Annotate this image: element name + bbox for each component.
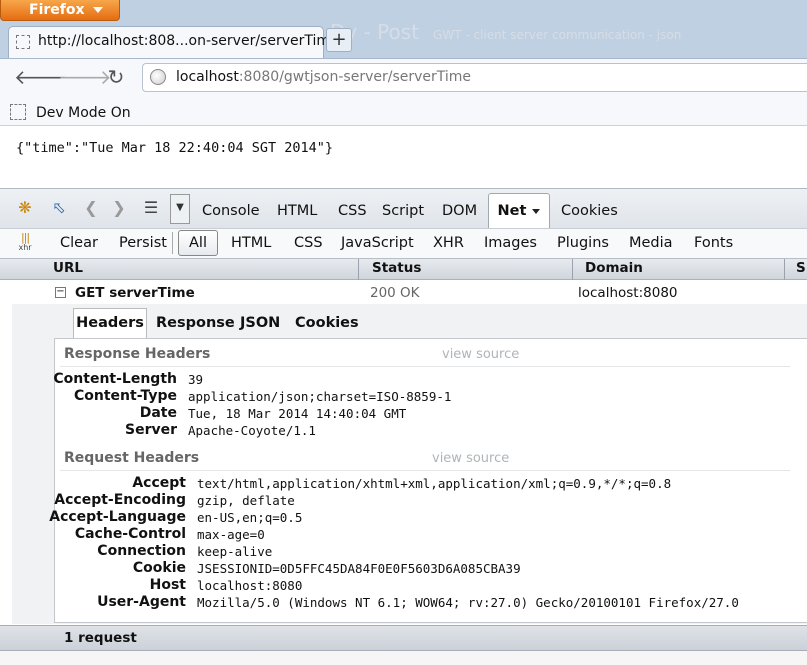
header-name: Connection (97, 543, 186, 559)
url-path: :8080/gwtjson-server/serverTime (238, 69, 472, 85)
detail-tab-headers[interactable]: Headers (73, 308, 147, 339)
header-value: JSESSIONID=0D5FFC45DA84F0E0F5603D6A085CB… (197, 561, 521, 576)
tab-cookies[interactable]: Cookies (561, 194, 618, 228)
tab-net-label: Net (497, 203, 527, 219)
column-divider (784, 259, 785, 280)
xhr-icon-label: xhr (18, 243, 32, 252)
tab-net[interactable]: Net (488, 193, 550, 229)
bookmark-icon (10, 104, 26, 120)
header-name: Accept-Encoding (54, 492, 186, 508)
column-url[interactable]: URL (53, 260, 83, 276)
header-value: localhost:8080 (197, 578, 303, 593)
chevron-left-icon[interactable]: ❮ (80, 198, 102, 218)
section-divider (60, 470, 790, 471)
header-value: max-age=0 (197, 527, 265, 542)
header-value: application/json;charset=ISO-8859-1 (188, 389, 452, 404)
url-text[interactable]: localhost:8080/gwtjson-server/serverTime (176, 69, 471, 85)
filter-images[interactable]: Images (484, 229, 537, 257)
forward-button[interactable]: 🡒 (58, 64, 112, 90)
clear-button[interactable]: Clear (60, 229, 98, 257)
column-status[interactable]: Status (372, 260, 421, 276)
header-value: keep-alive (197, 544, 273, 559)
header-name: Server (124, 422, 177, 438)
back-button[interactable]: 🡐 (14, 64, 68, 90)
detail-tab-cookies[interactable]: Cookies (295, 311, 359, 337)
tab-script[interactable]: Script (382, 194, 424, 228)
status-strip (0, 651, 807, 665)
header-name: Accept-Language (49, 509, 186, 525)
url-host: localhost (176, 69, 239, 85)
bookmark-dev-mode-on[interactable]: Dev Mode On (36, 105, 131, 121)
tab-title: http://localhost:808...on-server/serverT… (38, 33, 339, 49)
request-headers-title: Request Headers (64, 450, 200, 466)
menu-icon[interactable]: ☰ (140, 198, 162, 218)
detail-tab-json[interactable]: JSON (240, 311, 280, 337)
filter-all[interactable]: All (178, 230, 218, 256)
filter-xhr[interactable]: XHR (433, 229, 464, 257)
tab-console[interactable]: Console (202, 194, 260, 228)
header-value: Apache-Coyote/1.1 (188, 423, 316, 438)
xhr-icon[interactable]: ||| xhr (16, 232, 34, 253)
page-icon (16, 35, 30, 49)
panel-dropdown-button[interactable]: ▼ (170, 194, 190, 224)
globe-icon (150, 69, 166, 85)
response-view-source-link[interactable]: view source (442, 347, 519, 362)
header-name: Date (139, 405, 177, 421)
header-value: text/html,application/xhtml+xml,applicat… (197, 476, 672, 491)
chevron-down-icon (532, 208, 541, 214)
filter-html[interactable]: HTML (231, 229, 271, 257)
collapse-toggle-icon[interactable]: − (55, 287, 66, 298)
request-count: 1 request (64, 630, 137, 646)
request-view-source-link[interactable]: view source (432, 451, 509, 466)
inspect-element-icon[interactable]: ⬁ (48, 198, 70, 218)
tab-html[interactable]: HTML (277, 194, 317, 228)
reload-button[interactable]: ↻ (103, 64, 129, 90)
header-name: Content-Length (53, 371, 177, 387)
header-value: Mozilla/5.0 (Windows NT 6.1; WOW64; rv:2… (197, 595, 739, 610)
column-domain[interactable]: Domain (585, 260, 643, 276)
column-divider (358, 259, 359, 280)
header-name: Content-Type (74, 388, 177, 404)
tab-dom[interactable]: DOM (442, 194, 477, 228)
chevron-right-icon[interactable]: ❯ (108, 198, 130, 218)
background-subtitle: GWT - client server communication - json (433, 28, 682, 42)
request-url[interactable]: GET serverTime (75, 285, 195, 301)
filter-css[interactable]: CSS (294, 229, 323, 257)
column-size[interactable]: S (796, 260, 806, 276)
tab-css[interactable]: CSS (338, 194, 367, 228)
firebug-bug-icon[interactable]: ❋ (14, 198, 36, 218)
json-response-text: {"time":"Tue Mar 18 22:40:04 SGT 2014"} (16, 140, 333, 156)
header-name: Host (149, 577, 186, 593)
response-headers-title: Response Headers (64, 346, 211, 362)
column-divider (572, 259, 573, 280)
header-value: 39 (188, 372, 204, 387)
filter-divider (172, 232, 173, 254)
header-name: Accept (132, 475, 186, 491)
background-window-text: Dy - Post GWT - client server communicati… (330, 20, 807, 50)
header-name: User-Agent (97, 594, 186, 610)
detail-tab-response[interactable]: Response (156, 311, 235, 337)
section-divider (60, 366, 790, 367)
request-domain: localhost:8080 (578, 285, 678, 301)
request-status: 200 OK (370, 285, 420, 301)
filter-plugins[interactable]: Plugins (557, 229, 609, 257)
filter-fonts[interactable]: Fonts (694, 229, 733, 257)
chevron-down-icon (92, 7, 103, 13)
header-value: gzip, deflate (197, 493, 295, 508)
filter-media[interactable]: Media (629, 229, 673, 257)
header-name: Cookie (132, 560, 186, 576)
header-value: en-US,en;q=0.5 (197, 510, 303, 525)
persist-button[interactable]: Persist (119, 229, 167, 257)
filter-javascript[interactable]: JavaScript (341, 229, 414, 257)
new-tab-button[interactable]: + (326, 28, 352, 52)
header-value: Tue, 18 Mar 2014 14:40:04 GMT (188, 406, 407, 421)
header-name: Cache-Control (74, 526, 186, 542)
firefox-menu-label: Firefox (29, 2, 85, 18)
firefox-menu-button[interactable]: Firefox (0, 0, 120, 21)
